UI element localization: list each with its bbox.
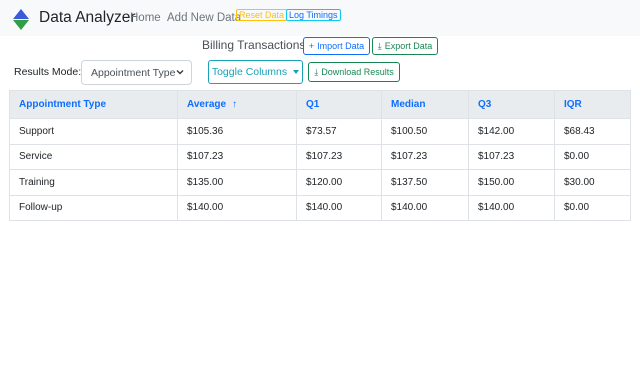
table-row: Service $107.23 $107.23 $107.23 $107.23 … [9, 143, 631, 170]
download-results-button[interactable]: ⤓ Download Results [308, 62, 400, 82]
download-results-label: Download Results [321, 67, 394, 77]
header-label: IQR [564, 99, 582, 110]
import-data-label: Import Data [317, 41, 365, 51]
header-label: Average [187, 99, 227, 110]
table-row: Support $105.36 $73.57 $100.50 $142.00 $… [9, 118, 631, 145]
table-cell: $68.43 [554, 118, 631, 145]
import-data-button[interactable]: + Import Data [303, 37, 370, 55]
results-table: Appointment Type Average ↑ Q1 Median Q3 I… [9, 90, 631, 221]
header-label: Appointment Type [19, 99, 107, 110]
table-cell: $140.00 [381, 194, 469, 221]
table-cell: $30.00 [554, 169, 631, 196]
sort-ascending-icon: ↑ [232, 99, 238, 110]
page-title: Billing Transactions [202, 38, 306, 52]
results-mode-label: Results Mode: [14, 66, 82, 78]
toggle-columns-label: Toggle Columns [211, 66, 288, 78]
header-average[interactable]: Average ↑ [177, 90, 297, 119]
toggle-columns-button[interactable]: Toggle Columns [208, 60, 303, 84]
table-cell: $100.50 [381, 118, 469, 145]
table-cell: $140.00 [468, 194, 555, 221]
header-label: Median [391, 99, 426, 110]
export-data-button[interactable]: ⤓ Export Data [372, 37, 438, 55]
table-cell: $107.23 [381, 143, 469, 170]
table-cell: $142.00 [468, 118, 555, 145]
results-mode-value: Appointment Type [91, 66, 176, 79]
nav-add-new-data-link[interactable]: Add New Data [167, 12, 241, 24]
table-cell: $140.00 [296, 194, 382, 221]
table-cell: $107.23 [177, 143, 297, 170]
table-cell: $0.00 [554, 143, 631, 170]
table-cell: $137.50 [381, 169, 469, 196]
table-cell: Service [9, 143, 178, 170]
header-label: Q3 [478, 99, 492, 110]
table-cell: $105.36 [177, 118, 297, 145]
header-q3[interactable]: Q3 [468, 90, 555, 119]
table-cell: $107.23 [468, 143, 555, 170]
header-label: Q1 [306, 99, 320, 110]
header-median[interactable]: Median [381, 90, 469, 119]
download-icon: ⤓ [377, 40, 382, 51]
table-cell: $150.00 [468, 169, 555, 196]
caret-down-icon [293, 70, 300, 74]
table-row: Follow-up $140.00 $140.00 $140.00 $140.0… [9, 194, 631, 221]
download-icon: ⤓ [314, 66, 319, 77]
brand-title[interactable]: Data Analyzer [39, 9, 136, 27]
table-cell: Training [9, 169, 178, 196]
header-q1[interactable]: Q1 [296, 90, 382, 119]
table-cell: $107.23 [296, 143, 382, 170]
table-cell: Support [9, 118, 178, 145]
navbar: Data Analyzer Home Add New Data Reset Da… [0, 0, 640, 36]
plus-icon: + [308, 41, 315, 51]
export-data-label: Export Data [384, 41, 433, 51]
results-mode-select[interactable]: Appointment Type [81, 60, 192, 85]
reset-data-button[interactable]: Reset Data [236, 9, 288, 21]
app-logo-icon[interactable] [12, 9, 30, 30]
nav-home-link[interactable]: Home [130, 12, 161, 24]
chevron-down-icon [176, 70, 184, 75]
table-header-row: Appointment Type Average ↑ Q1 Median Q3 I… [9, 90, 631, 119]
table-cell: $120.00 [296, 169, 382, 196]
table-cell: $0.00 [554, 194, 631, 221]
table-cell: $135.00 [177, 169, 297, 196]
log-timings-button[interactable]: Log Timings [286, 9, 341, 21]
header-iqr[interactable]: IQR [554, 90, 631, 119]
table-row: Training $135.00 $120.00 $137.50 $150.00… [9, 169, 631, 196]
table-cell: $140.00 [177, 194, 297, 221]
header-appointment-type[interactable]: Appointment Type [9, 90, 178, 119]
table-cell: $73.57 [296, 118, 382, 145]
table-cell: Follow-up [9, 194, 178, 221]
